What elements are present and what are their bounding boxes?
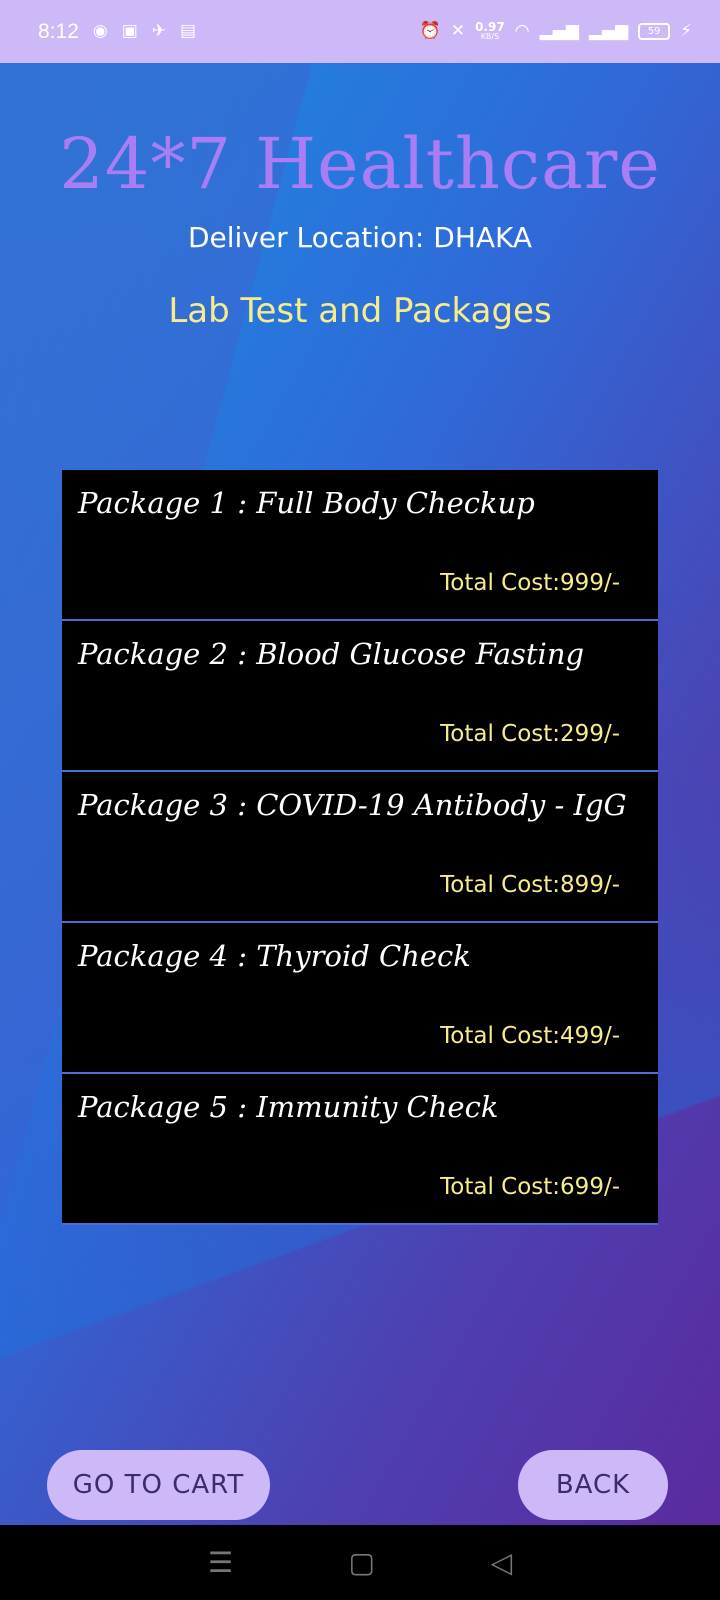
navigation-bar: ☰ ▢ ◁ <box>0 1525 720 1600</box>
vibrate-icon: ✕ <box>450 21 466 41</box>
app-title: 24*7 Healthcare <box>59 123 661 205</box>
speed-unit: KB/S <box>480 31 500 41</box>
signal-icon-2: ▂▄▆ <box>588 21 629 41</box>
main-content: 24*7 Healthcare Deliver Location: DHAKA … <box>0 63 720 1525</box>
package-name: Package 3 : COVID-19 Antibody - IgG <box>78 788 627 822</box>
facebook-icon: ▣ <box>121 21 138 41</box>
package-cost: Total Cost:999/- <box>440 570 620 596</box>
package-name: Package 4 : Thyroid Check <box>78 939 471 973</box>
battery-icon: 59 <box>638 23 671 40</box>
wifi-icon: ◠ <box>514 21 530 41</box>
package-cost: Total Cost:899/- <box>440 872 620 898</box>
menu-icon[interactable]: ☰ <box>208 1546 233 1579</box>
back-button[interactable]: BACK <box>518 1450 668 1520</box>
package-item[interactable]: Package 2 : Blood Glucose Fasting Total … <box>62 621 658 772</box>
go-to-cart-button[interactable]: GO TO CART <box>47 1450 270 1520</box>
package-name: Package 1 : Full Body Checkup <box>78 486 535 520</box>
package-item[interactable]: Package 3 : COVID-19 Antibody - IgG Tota… <box>62 772 658 923</box>
status-left: 8:12 ◉ ▣ ✈ ▤ <box>38 20 196 44</box>
network-speed: 0.97 KB/S <box>475 19 505 42</box>
status-right: ⏰ ✕ 0.97 KB/S ◠ ▂▄▆ ▂▄▆ 59 ⚡ <box>419 19 692 42</box>
status-bar: 8:12 ◉ ▣ ✈ ▤ ⏰ ✕ 0.97 KB/S ◠ ▂▄▆ ▂▄▆ 59 … <box>0 0 720 63</box>
package-name: Package 5 : Immunity Check <box>78 1090 499 1124</box>
app-icon: ✈ <box>151 21 167 41</box>
delivery-location: Deliver Location: DHAKA <box>187 221 533 254</box>
section-title: Lab Test and Packages <box>168 291 552 331</box>
package-name: Package 2 : Blood Glucose Fasting <box>78 637 585 671</box>
package-cost: Total Cost:699/- <box>440 1174 620 1200</box>
package-cost: Total Cost:299/- <box>440 721 620 747</box>
messenger-icon: ◉ <box>92 21 108 41</box>
home-icon[interactable]: ▢ <box>349 1546 375 1579</box>
package-item[interactable]: Package 1 : Full Body Checkup Total Cost… <box>62 470 658 621</box>
package-cost: Total Cost:499/- <box>440 1023 620 1049</box>
speed-value: 0.97 <box>475 19 505 34</box>
package-item[interactable]: Package 5 : Immunity Check Total Cost:69… <box>62 1074 658 1225</box>
back-icon[interactable]: ◁ <box>491 1546 513 1579</box>
signal-icon: ▂▄▆ <box>539 21 579 41</box>
charging-icon: ⚡ <box>680 21 692 41</box>
status-time: 8:12 <box>38 19 79 43</box>
gallery-icon: ▤ <box>180 21 197 41</box>
alarm-icon: ⏰ <box>419 21 441 41</box>
package-item[interactable]: Package 4 : Thyroid Check Total Cost:499… <box>62 923 658 1074</box>
package-list: Package 1 : Full Body Checkup Total Cost… <box>62 470 658 1225</box>
